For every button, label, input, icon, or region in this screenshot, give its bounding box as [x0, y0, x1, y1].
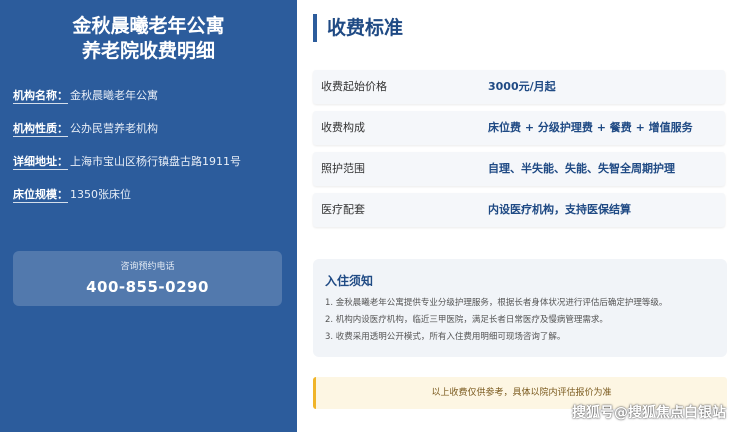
left-panel: 金秋晨曦老年公寓 养老院收费明细 机构名称： 金秋晨曦老年公寓 机构性质： 公办民营… [0, 0, 297, 432]
fee-key: 收费构成 [321, 121, 365, 134]
info-value: 金秋晨曦老年公寓 [70, 89, 158, 102]
section-heading: 收费标准 [313, 14, 403, 42]
fee-value: 3000元/月起 [488, 80, 556, 93]
notice-title: 入住须知 [325, 274, 374, 288]
fee-key: 收费起始价格 [321, 80, 387, 93]
contact-card[interactable]: 咨询预约电话 400-855-0290 [13, 251, 282, 306]
fee-row-medical: 医疗配套 内设医疗机构，支持医保结算 [313, 193, 725, 227]
fee-value: 床位费 + 分级护理费 + 餐费 + 增值服务 [488, 121, 693, 134]
fee-row-composition: 收费构成 床位费 + 分级护理费 + 餐费 + 增值服务 [313, 111, 725, 145]
title-line-1: 金秋晨曦老年公寓 [72, 15, 225, 37]
fee-row-care-scope: 照护范围 自理、半失能、失能、失智全周期护理 [313, 152, 725, 186]
notice-box: 入住须知 1. 金秋晨曦老年公寓提供专业分级护理服务，根据长者身体状况进行评估后… [313, 259, 727, 357]
notice-item: 2. 机构内设医疗机构，临近三甲医院，满足长者日常医疗及慢病管理需求。 [325, 315, 608, 325]
notice-item: 1. 金秋晨曦老年公寓提供专业分级护理服务，根据长者身体状况进行评估后确定护理等… [325, 298, 668, 308]
right-panel: 收费标准 收费起始价格 3000元/月起 收费构成 床位费 + 分级护理费 + … [297, 0, 740, 432]
info-institution-name: 机构名称： 金秋晨曦老年公寓 [13, 89, 158, 104]
fee-key: 医疗配套 [321, 203, 365, 216]
info-label: 机构性质： [13, 122, 68, 137]
info-label: 详细地址： [13, 155, 68, 170]
watermark: 搜狐号@搜狐焦点白银站 [572, 405, 726, 421]
notice-item: 3. 收费采用透明公开模式，所有入住费用明细可现场咨询了解。 [325, 332, 566, 342]
info-institution-type: 机构性质： 公办民营养老机构 [13, 122, 158, 137]
title-line-2: 养老院收费明细 [81, 40, 215, 62]
info-label: 床位规模： [13, 188, 68, 203]
info-label: 机构名称： [13, 89, 68, 104]
contact-phone[interactable]: 400-855-0290 [13, 277, 282, 297]
fee-row-start-price: 收费起始价格 3000元/月起 [313, 70, 725, 104]
fee-value: 内设医疗机构，支持医保结算 [488, 203, 631, 216]
fee-key: 照护范围 [321, 162, 365, 175]
info-value: 公办民营养老机构 [70, 122, 158, 135]
info-value: 上海市宝山区杨行镇盘古路1911号 [70, 155, 241, 168]
info-bed-capacity: 床位规模： 1350张床位 [13, 188, 131, 203]
fee-value: 自理、半失能、失能、失智全周期护理 [488, 162, 675, 175]
info-value: 1350张床位 [70, 188, 131, 201]
contact-label: 咨询预约电话 [120, 262, 175, 272]
info-address: 详细地址： 上海市宝山区杨行镇盘古路1911号 [13, 155, 241, 170]
page-title: 金秋晨曦老年公寓 养老院收费明细 [0, 14, 297, 64]
